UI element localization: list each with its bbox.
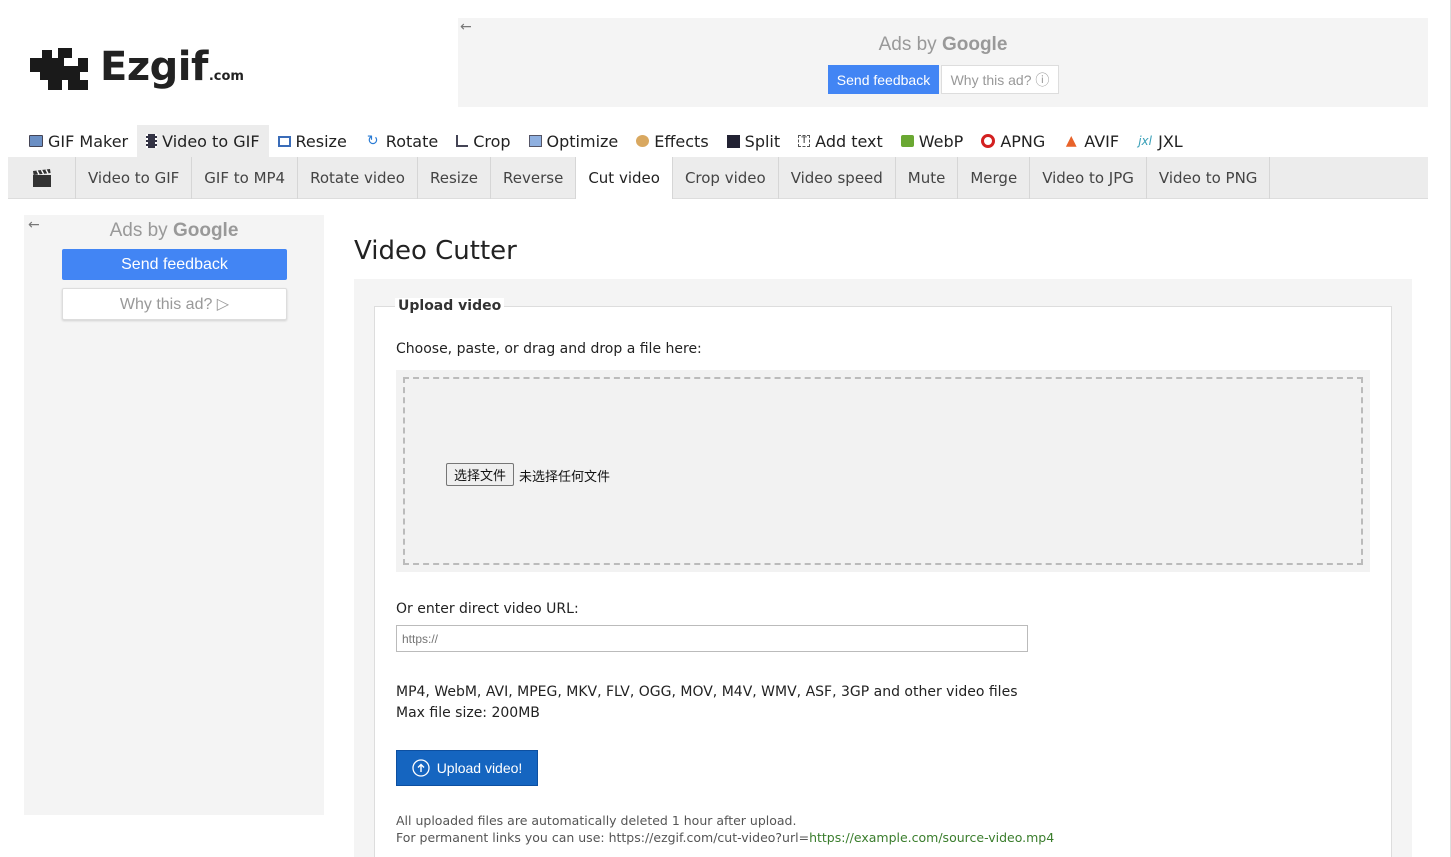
- ezgif-logo[interactable]: Ezgif .com: [28, 40, 244, 90]
- upload-panel: Upload video Choose, paste, or drag and …: [354, 279, 1412, 857]
- nav-label: WebP: [918, 131, 964, 151]
- side-ad-banner: ← Ads by Google Send feedback Why this a…: [24, 215, 324, 815]
- logo-wordmark: Ezgif: [100, 44, 208, 90]
- google-text: Google: [172, 220, 239, 241]
- choose-file-label: Choose, paste, or drag and drop a file h…: [396, 341, 702, 357]
- nav-label: Optimize: [546, 131, 619, 151]
- nav-add-text[interactable]: T Add text: [789, 125, 892, 157]
- upload-note: All uploaded files are automatically del…: [396, 812, 1054, 846]
- nav-webp[interactable]: WebP: [892, 125, 973, 157]
- nav-label: Crop: [473, 131, 511, 151]
- video-tools-subnav: Video to GIF GIF to MP4 Rotate video Res…: [8, 157, 1428, 199]
- nav-label: JXL: [1158, 131, 1183, 151]
- drop-zone-border: 选择文件 未选择任何文件: [403, 377, 1363, 565]
- crop-icon: [456, 135, 469, 147]
- fieldset-legend: Upload video: [395, 298, 505, 314]
- nav-label: Effects: [654, 131, 709, 151]
- subnav-gif-to-mp4[interactable]: GIF to MP4: [192, 157, 299, 199]
- webp-icon: [900, 135, 914, 147]
- nav-label: AVIF: [1084, 131, 1120, 151]
- note-line-2: For permanent links you can use: https:/…: [396, 829, 1054, 846]
- jxl-icon: jxl: [1138, 134, 1152, 148]
- gif-maker-icon: [29, 135, 43, 147]
- ads-by-google-label: Ads by Google: [458, 34, 1428, 56]
- ads-by-text: Ads by: [878, 34, 937, 55]
- subnav-cut-video[interactable]: Cut video: [576, 157, 673, 199]
- subnav-reverse[interactable]: Reverse: [491, 157, 577, 199]
- subnav-crop-video[interactable]: Crop video: [673, 157, 779, 199]
- avif-icon: ▲: [1065, 133, 1077, 149]
- nav-optimize[interactable]: Optimize: [520, 125, 628, 157]
- optimize-icon: [528, 135, 542, 147]
- nav-label: Split: [744, 131, 781, 151]
- split-icon: [726, 134, 740, 148]
- ads-by-google-label: Ads by Google: [24, 220, 324, 242]
- page-title: Video Cutter: [354, 236, 517, 266]
- subnav-video-speed[interactable]: Video speed: [779, 157, 896, 199]
- nav-label: APNG: [1000, 131, 1046, 151]
- nav-label: Rotate: [385, 131, 439, 151]
- send-feedback-button[interactable]: Send feedback: [828, 65, 939, 94]
- subnav-video-to-jpg[interactable]: Video to JPG: [1030, 157, 1147, 199]
- why-this-ad-button[interactable]: Why this ad? ⓘ: [941, 65, 1059, 94]
- logo-suffix: .com: [208, 69, 244, 84]
- nav-label: Add text: [815, 131, 883, 151]
- subnav-rotate-video[interactable]: Rotate video: [298, 157, 418, 199]
- subnav-merge[interactable]: Merge: [958, 157, 1031, 199]
- palette-icon: [636, 135, 650, 147]
- resize-icon: [277, 135, 291, 147]
- nav-rotate[interactable]: ↻ Rotate: [356, 125, 447, 157]
- cloud-upload-icon: [412, 759, 430, 777]
- google-text: Google: [941, 34, 1008, 55]
- note-line-1: All uploaded files are automatically del…: [396, 813, 797, 828]
- nav-resize[interactable]: Resize: [269, 125, 356, 157]
- nav-gif-maker[interactable]: GIF Maker: [20, 125, 137, 157]
- film-icon: [146, 134, 158, 148]
- clapperboard-svg: [32, 169, 51, 187]
- ezgif-logo-icon: [30, 48, 88, 90]
- rotate-icon: ↻: [366, 133, 379, 149]
- nav-label: GIF Maker: [48, 131, 129, 151]
- example-url-link[interactable]: https://example.com/source-video.mp4: [809, 830, 1054, 845]
- subnav-video-to-png[interactable]: Video to PNG: [1147, 157, 1271, 199]
- choose-file-button[interactable]: 选择文件: [446, 463, 515, 486]
- nav-video-to-gif[interactable]: Video to GIF: [137, 125, 269, 157]
- main-nav: GIF Maker Video to GIF Resize ↻ Rotate C…: [20, 125, 1192, 157]
- nav-avif[interactable]: ▲ AVIF: [1054, 125, 1128, 157]
- no-file-selected-text: 未选择任何文件: [519, 470, 611, 485]
- upload-button-label: Upload video!: [436, 760, 523, 776]
- top-ad-banner: ← Ads by Google Send feedback Why this a…: [458, 18, 1428, 107]
- nav-crop[interactable]: Crop: [447, 125, 519, 157]
- subnav-mute[interactable]: Mute: [896, 157, 959, 199]
- why-this-ad-button[interactable]: Why this ad? ▷: [62, 288, 287, 320]
- back-arrow-icon[interactable]: ←: [460, 20, 472, 34]
- supported-formats: MP4, WebM, AVI, MPEG, MKV, FLV, OGG, MOV…: [396, 682, 1017, 724]
- upload-video-button[interactable]: Upload video!: [396, 750, 538, 786]
- subnav-resize[interactable]: Resize: [418, 157, 492, 199]
- add-text-icon: T: [798, 135, 811, 147]
- apng-icon: [981, 134, 996, 148]
- max-size-text: Max file size: 200MB: [396, 705, 540, 721]
- video-url-input[interactable]: [396, 625, 1028, 652]
- subnav-video-to-gif[interactable]: Video to GIF: [76, 157, 193, 199]
- file-drop-zone[interactable]: 选择文件 未选择任何文件: [396, 370, 1370, 572]
- nav-jxl[interactable]: jxl JXL: [1128, 125, 1192, 157]
- ads-by-text: Ads by: [109, 220, 168, 241]
- url-label: Or enter direct video URL:: [396, 601, 579, 617]
- nav-split[interactable]: Split: [718, 125, 789, 157]
- send-feedback-button[interactable]: Send feedback: [62, 249, 287, 280]
- upload-fieldset: Upload video Choose, paste, or drag and …: [374, 298, 1392, 857]
- nav-effects[interactable]: Effects: [627, 125, 717, 157]
- nav-apng[interactable]: APNG: [972, 125, 1054, 157]
- note-url-prefix: For permanent links you can use: https:/…: [396, 830, 810, 845]
- formats-text: MP4, WebM, AVI, MPEG, MKV, FLV, OGG, MOV…: [396, 684, 1018, 700]
- nav-label: Video to GIF: [162, 131, 260, 151]
- nav-label: Resize: [295, 131, 347, 151]
- clapperboard-icon[interactable]: [8, 157, 76, 199]
